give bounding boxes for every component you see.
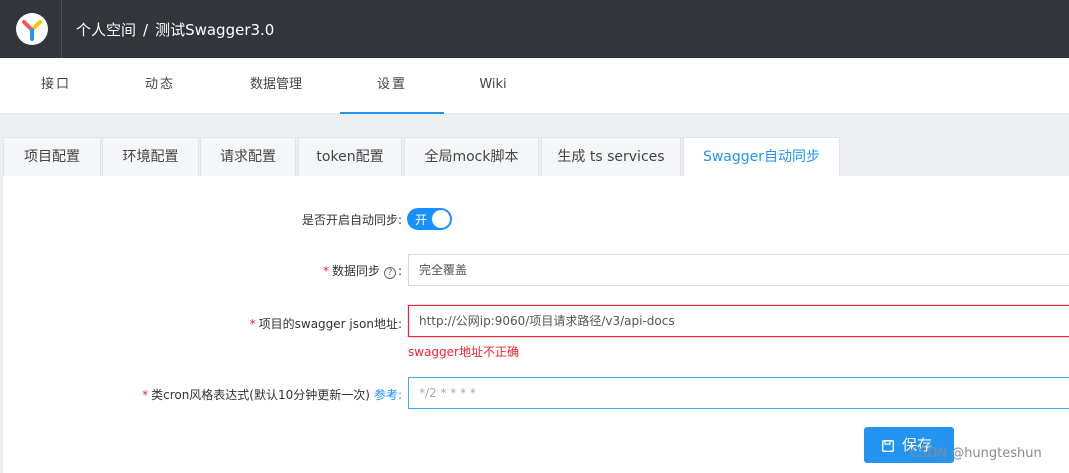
swagger-url-error: swagger地址不正确 [408,345,519,359]
nav-tab-interface[interactable]: 接口 [0,58,112,114]
swagger-url-label: 项目的swagger json地址: [258,317,402,331]
nav-tab-activity[interactable]: 动态 [112,58,208,114]
swagger-url-input[interactable]: http://公网ip:9060/项目请求路径/v3/api-docs [408,305,1069,337]
logo-icon [22,20,42,41]
nav-tab-settings[interactable]: 设置 [340,58,444,114]
required-mark: * [249,317,256,331]
tab-global-mock-script[interactable]: 全局mock脚本 [404,137,539,176]
tab-request-config[interactable]: 请求配置 [200,137,296,176]
cron-input[interactable]: */2 * * * * [408,377,1069,409]
breadcrumb-project[interactable]: 测试Swagger3.0 [155,19,274,40]
swagger-url-label-group: * 项目的swagger json地址: [250,315,402,332]
breadcrumb: 个人空间 / 测试Swagger3.0 [76,19,274,40]
tab-project-config[interactable]: 项目配置 [3,137,101,176]
data-sync-label-group: * 数据同步?: [323,262,402,279]
auto-sync-label: 是否开启自动同步: [301,213,402,227]
cron-reference-link[interactable]: 参考: [374,388,402,402]
top-bar: 个人空间 / 测试Swagger3.0 [0,0,1069,58]
cron-label-group: * 类cron风格表达式(默认10分钟更新一次) 参考: [142,386,402,403]
project-nav: 接口 动态 数据管理 设置 Wiki [0,58,1069,114]
switch-knob [432,210,450,228]
nav-tab-data-management[interactable]: 数据管理 [230,58,322,114]
watermark: CSDN @hungteshun [910,446,1042,461]
logo-container[interactable] [0,0,62,58]
tab-token-config[interactable]: token配置 [298,137,402,176]
tab-swagger-auto-sync[interactable]: Swagger自动同步 [683,137,840,177]
switch-text: 开 [415,213,428,227]
cron-label: 类cron风格表达式(默认10分钟更新一次) [151,388,370,402]
breadcrumb-personal-space[interactable]: 个人空间 [76,19,136,40]
breadcrumb-separator: / [143,21,149,39]
tab-generate-ts-services[interactable]: 生成 ts services [541,137,681,176]
tab-env-config[interactable]: 环境配置 [102,137,199,176]
data-sync-label: 数据同步 [331,264,380,278]
auto-sync-switch[interactable]: 开 [407,208,452,230]
required-mark: * [322,264,329,278]
nav-tab-wiki[interactable]: Wiki [460,58,526,114]
settings-tabs: 项目配置 环境配置 请求配置 token配置 全局mock脚本 生成 ts se… [0,137,1069,177]
data-sync-label-suffix: : [397,264,402,278]
save-icon [881,439,895,453]
help-circle-icon[interactable]: ? [383,267,396,279]
required-mark: * [142,388,149,402]
data-sync-select[interactable]: 完全覆盖 [408,254,1069,286]
yapi-logo[interactable] [16,13,48,45]
